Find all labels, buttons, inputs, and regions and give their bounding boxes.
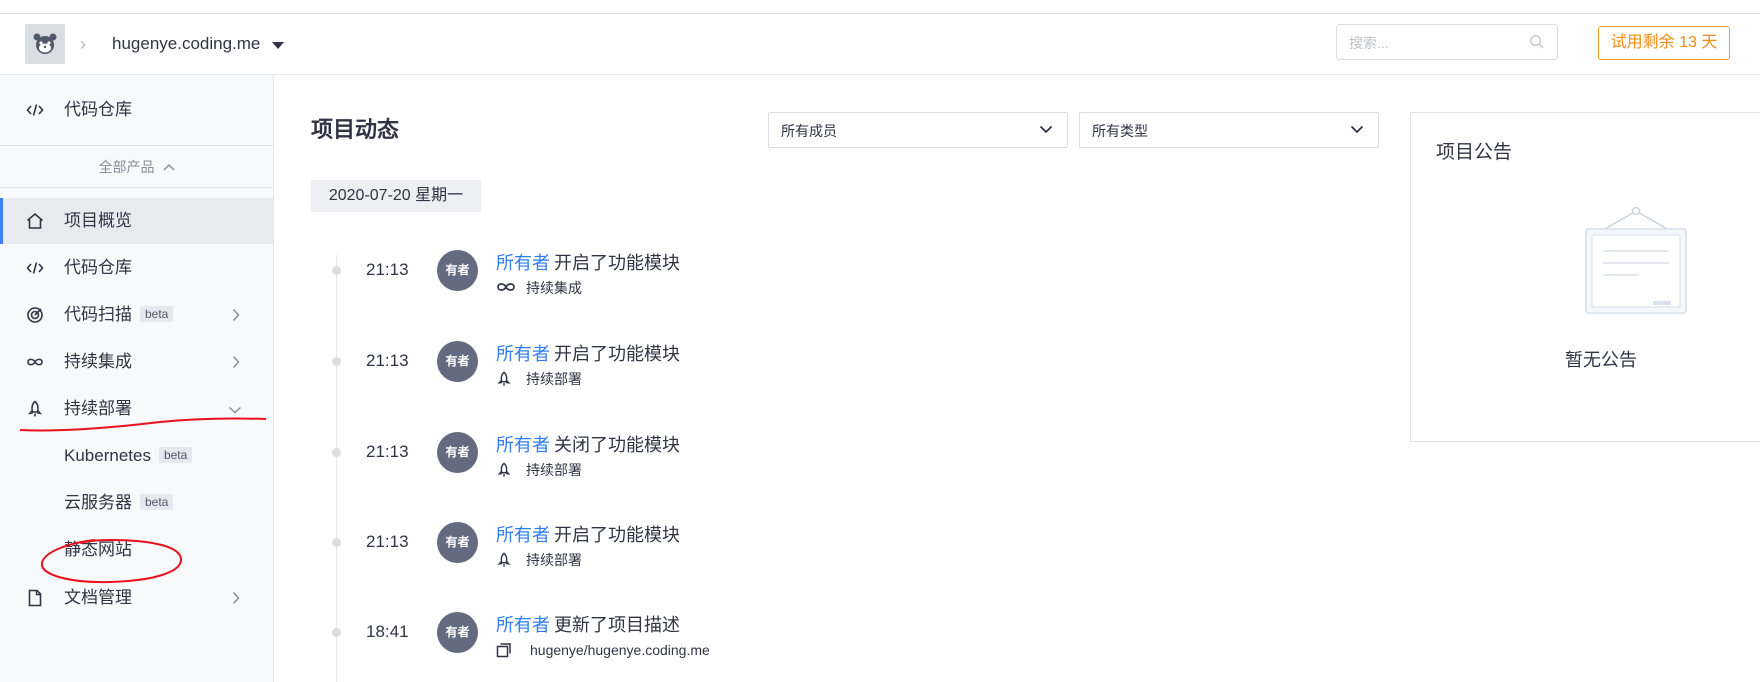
all-products-toggle[interactable]: 全部产品 (0, 147, 273, 187)
trial-remaining-button[interactable]: 试用剩余 13 天 (1598, 26, 1730, 60)
all-products-label: 全部产品 (98, 159, 155, 175)
search-box[interactable] (1336, 24, 1558, 60)
user-link[interactable]: 所有者 (496, 615, 550, 635)
member-filter-select[interactable]: 所有成员 (768, 112, 1068, 148)
project-name[interactable]: hugenye.coding.me (112, 34, 260, 54)
activity-detail-text: 持续部署 (526, 552, 582, 568)
announcement-title: 项目公告 (1436, 142, 1513, 163)
timeline-dot (332, 628, 341, 637)
date-header: 2020-07-20 星期一 (311, 180, 481, 212)
activity-time: 21:13 (366, 442, 409, 461)
search-input[interactable] (1347, 32, 1521, 54)
sidebar-item-label: 项目概览 (64, 211, 132, 230)
activity-detail-text: 持续部署 (526, 371, 582, 387)
activity-item: 21:13 有者 所有者 开启了功能模块 持续部署 (0, 522, 900, 588)
empty-announcement-text: 暂无公告 (1565, 350, 1637, 370)
type-filter-value: 所有类型 (1092, 123, 1148, 139)
chevron-down-icon (1039, 125, 1053, 134)
activity-item: 21:13 有者 所有者 开启了功能模块 持续部署 (0, 341, 900, 407)
activity-text: 所有者 更新了项目描述 (496, 614, 680, 636)
sidebar-item-code-repo-top[interactable]: 代码仓库 (0, 87, 273, 133)
activity-action: 开启了功能模块 (554, 344, 680, 364)
activity-text: 所有者 关闭了功能模块 (496, 434, 680, 456)
activity-action: 关闭了功能模块 (554, 435, 680, 455)
chevron-up-icon (162, 163, 175, 171)
avatar[interactable]: 有者 (437, 522, 478, 563)
activity-detail-text: 持续集成 (526, 280, 582, 296)
activity-time: 21:13 (366, 260, 409, 279)
user-link[interactable]: 所有者 (496, 525, 550, 545)
user-link[interactable]: 所有者 (496, 435, 550, 455)
browser-top-strip (0, 0, 1760, 14)
timeline-dot (332, 448, 341, 457)
sidebar-item-overview[interactable]: 项目概览 (0, 198, 273, 244)
caret-down-icon[interactable] (272, 42, 284, 49)
activity-detail-text: 持续部署 (526, 462, 582, 478)
activity-text: 所有者 开启了功能模块 (496, 524, 680, 546)
activity-time: 18:41 (366, 622, 409, 641)
user-link[interactable]: 所有者 (496, 253, 550, 273)
sidebar-item-label: 文档管理 (64, 588, 132, 607)
activity-item: 18:41 有者 所有者 更新了项目描述 hugenye/hugenye.codi… (0, 612, 900, 678)
avatar[interactable]: 有者 (437, 250, 478, 291)
chevron-down-icon (1350, 125, 1364, 134)
copy-icon (496, 643, 511, 658)
user-link[interactable]: 所有者 (496, 344, 550, 364)
activity-text: 所有者 开启了功能模块 (496, 343, 680, 365)
activity-item: 21:13 有者 所有者 关闭了功能模块 持续部署 (0, 432, 900, 498)
timeline-dot (332, 538, 341, 547)
code-icon (26, 104, 44, 116)
empty-board-icon (1585, 206, 1687, 314)
home-icon (26, 212, 44, 229)
avatar[interactable]: 有者 (437, 612, 478, 653)
announcement-panel: 项目公告 暂无公告 (1410, 112, 1760, 442)
divider (0, 187, 273, 188)
chevron-right-icon[interactable] (232, 591, 240, 605)
activity-text: 所有者 开启了功能模块 (496, 252, 680, 274)
breadcrumb-separator: › (80, 34, 86, 54)
chevron-down-icon[interactable] (228, 406, 242, 414)
rocket-icon (497, 371, 511, 386)
activity-time: 21:13 (366, 351, 409, 370)
rocket-icon (497, 552, 511, 567)
infinity-icon (497, 283, 515, 291)
document-icon (28, 589, 42, 607)
activity-detail-text: hugenye/hugenye.coding.me (530, 642, 710, 658)
search-icon[interactable] (1529, 34, 1545, 50)
activity-time: 21:13 (366, 532, 409, 551)
member-filter-value: 所有成员 (781, 123, 837, 139)
activity-item: 21:13 有者 所有者 开启了功能模块 持续集成 (0, 250, 900, 316)
mascot-icon (33, 33, 57, 54)
activity-action: 开启了功能模块 (554, 253, 680, 273)
page-title: 项目动态 (311, 117, 400, 142)
activity-action: 开启了功能模块 (554, 525, 680, 545)
type-filter-select[interactable]: 所有类型 (1079, 112, 1379, 148)
avatar[interactable]: 有者 (437, 432, 478, 473)
team-logo[interactable] (25, 24, 65, 64)
top-bar: › hugenye.coding.me 试用剩余 13 天 (0, 14, 1760, 75)
sidebar-item-label: 代码仓库 (64, 100, 132, 119)
activity-action: 更新了项目描述 (554, 615, 680, 635)
timeline-dot (332, 357, 341, 366)
divider (0, 145, 273, 146)
rocket-icon (497, 462, 511, 477)
timeline-dot (332, 266, 341, 275)
avatar[interactable]: 有者 (437, 341, 478, 382)
